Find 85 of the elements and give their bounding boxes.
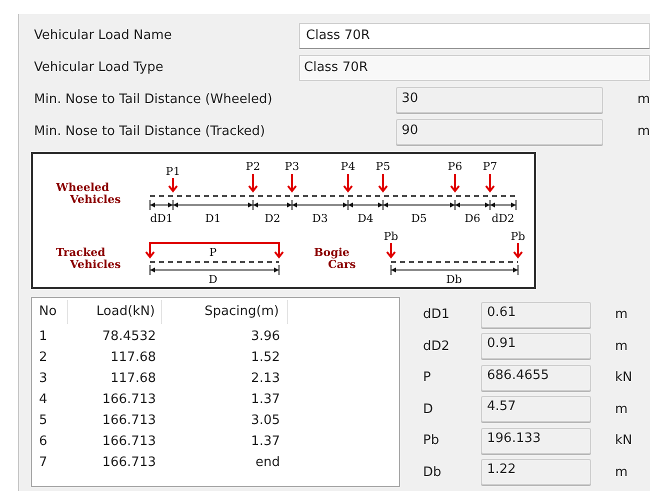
table-cell-text: end — [254, 454, 281, 472]
parameter-label: Db — [423, 464, 442, 482]
span-label: D4 — [358, 212, 374, 225]
number-field[interactable]: 1.22 — [481, 459, 591, 486]
vehicle-heading: Tracked Vehicles — [56, 246, 121, 271]
load-arrow — [450, 174, 460, 193]
table-cell-text: 2.13 — [250, 370, 281, 388]
table-cell-text: 117.68 — [110, 348, 157, 367]
load-label: P4 — [340, 160, 356, 173]
vehicle-heading: Bogie Cars — [314, 246, 356, 271]
table-cell-text: 6 — [38, 432, 48, 451]
load-arrow — [378, 174, 388, 193]
load-label: Pb — [384, 230, 398, 243]
parameter-label: dD1 — [423, 306, 451, 324]
load-arrow — [485, 174, 495, 193]
table-cell-text: 3.05 — [250, 412, 281, 430]
field-label: Vehicular Load Name — [34, 27, 173, 46]
parameter-label: P — [423, 369, 432, 387]
span-label: D3 — [312, 212, 328, 225]
load-arrow — [386, 243, 396, 259]
table-cell-text: 1.37 — [250, 390, 281, 409]
number-field[interactable]: 0.61 — [481, 302, 591, 328]
table-cell-text: 78.4532 — [101, 328, 157, 346]
number-field[interactable]: 0.91 — [481, 333, 591, 360]
table-cell-text: 7 — [38, 454, 48, 472]
column-header[interactable]: Spacing(m) — [162, 300, 288, 324]
table-cell-text: 4 — [38, 390, 48, 409]
number-field[interactable]: 30 — [396, 87, 604, 113]
unit-label: m — [637, 91, 650, 110]
load-label: P7 — [482, 160, 498, 173]
load-label: P6 — [448, 160, 462, 173]
type-dropdown[interactable]: Class 70R — [299, 55, 650, 81]
dimension-line — [490, 200, 516, 210]
column-header[interactable]: No — [32, 300, 68, 324]
table-cell-text: 3.96 — [250, 328, 281, 346]
field-label: Min. Nose to Tail Distance (Wheeled) — [34, 91, 274, 110]
unit-label: m — [615, 338, 628, 356]
load-label: P5 — [376, 160, 390, 173]
span-label: dD1 — [150, 212, 173, 225]
load-arrow — [343, 174, 353, 193]
load-label: P3 — [284, 160, 300, 173]
span-label: Db — [446, 273, 462, 286]
load-arrow — [168, 178, 178, 193]
load-arrow — [248, 174, 258, 193]
span-label: D6 — [464, 212, 480, 225]
load-arrow — [513, 243, 523, 259]
table-cell-text: 5 — [38, 412, 48, 430]
unit-label: m — [615, 306, 628, 324]
span-label: D2 — [264, 212, 280, 225]
parameter-label: dD2 — [423, 338, 451, 356]
load-label: P1 — [166, 165, 180, 178]
number-field[interactable]: 90 — [396, 119, 604, 145]
parameter-label: Pb — [423, 432, 440, 450]
load-label: P — [209, 246, 217, 259]
vehicle-heading: Wheeled Vehicles — [56, 181, 121, 206]
text-field[interactable]: Class 70R — [299, 23, 650, 49]
unit-label: m — [615, 400, 628, 418]
table-cell-text: 3 — [38, 370, 48, 388]
table-cell-text: 166.713 — [101, 432, 157, 451]
table-cell-text: 1.37 — [250, 432, 281, 451]
number-field[interactable]: 196.133 — [481, 428, 591, 454]
unit-label: m — [615, 464, 628, 482]
table-cell-text: 166.713 — [101, 412, 157, 430]
unit-label: kN — [615, 432, 632, 450]
field-label: Vehicular Load Type — [34, 59, 164, 78]
number-field[interactable]: 4.57 — [481, 396, 591, 422]
number-field[interactable]: 686.4655 — [481, 364, 591, 391]
unit-label: kN — [615, 369, 632, 387]
span-label: D1 — [205, 212, 221, 225]
load-arrow — [287, 174, 297, 193]
load-label: Pb — [510, 230, 526, 243]
span-label: D5 — [411, 212, 427, 225]
span-label: dD2 — [492, 212, 514, 225]
table-cell-text: 2 — [38, 348, 48, 367]
span-label: D — [208, 273, 218, 286]
table-cell-text: 166.713 — [101, 454, 157, 472]
parameter-label: D — [423, 400, 434, 418]
table-cell-text: 1 — [38, 328, 48, 346]
table-cell-text: 166.713 — [101, 390, 157, 409]
table-cell-text: 117.68 — [110, 370, 157, 388]
column-header[interactable]: Load(kN) — [68, 300, 162, 324]
field-label: Min. Nose to Tail Distance (Tracked) — [34, 123, 266, 142]
unit-label: m — [637, 123, 650, 142]
table-cell-text: 1.52 — [250, 348, 281, 367]
load-label: P2 — [246, 160, 260, 173]
